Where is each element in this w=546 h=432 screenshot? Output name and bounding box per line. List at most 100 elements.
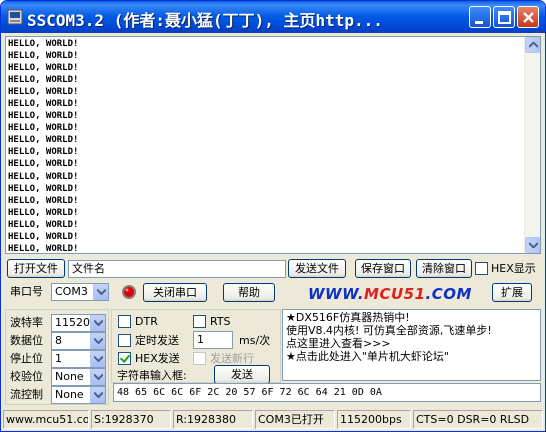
timed-send-label: 定时发送 xyxy=(135,334,179,347)
promo-line[interactable]: ★点击此处进入"单片机大虾论坛" xyxy=(286,350,537,363)
send-button[interactable]: 发送 xyxy=(214,365,270,384)
close-icon xyxy=(523,12,534,23)
rts-label: RTS xyxy=(210,315,231,328)
hex-display-label: HEX显示 xyxy=(491,262,536,275)
chevron-down-icon xyxy=(94,392,103,398)
sscom-window: SSCOM3.2 (作者:聂小猛(丁丁), 主页http... HELLO, W… xyxy=(0,0,546,432)
stopbits-label: 停止位 xyxy=(10,352,43,365)
status-site-link[interactable]: www.mcu51.cor xyxy=(3,410,89,429)
receive-line: HELLO, WORLD! xyxy=(8,195,79,206)
databits-dropdown-button[interactable] xyxy=(90,333,105,349)
window-title: SSCOM3.2 (作者:聂小猛(丁丁), 主页http... xyxy=(27,11,383,30)
open-file-button[interactable]: 打开文件 xyxy=(7,259,65,278)
receive-line: HELLO, WORLD! xyxy=(8,99,79,110)
interval-input[interactable]: 1 xyxy=(193,331,233,349)
receive-line: HELLO, WORLD! xyxy=(8,63,79,74)
chevron-down-icon xyxy=(94,338,103,344)
databits-select[interactable]: 8 xyxy=(51,332,106,350)
send-string-input[interactable]: 48 65 6C 6C 6F 2C 20 57 6F 72 6C 64 21 0… xyxy=(113,383,541,402)
databits-label: 数据位 xyxy=(10,334,43,347)
flow-select[interactable]: None xyxy=(51,386,106,404)
receive-line: HELLO, WORLD! xyxy=(8,171,79,182)
chevron-down-icon xyxy=(94,320,103,326)
chevron-down-icon xyxy=(94,374,103,380)
chevron-up-icon xyxy=(529,42,538,48)
dtr-checkbox[interactable] xyxy=(118,315,131,328)
chevron-down-icon xyxy=(97,289,106,295)
promo-box[interactable]: ★DX516F仿真器热销中! 使用V8.4内核! 可仿真全部资源,飞速单步! 点… xyxy=(282,309,541,381)
hex-send-label: HEX发送 xyxy=(135,352,180,365)
status-baud: 115200bps xyxy=(337,410,411,429)
parity-select[interactable]: None xyxy=(51,368,106,386)
chevron-down-icon xyxy=(94,356,103,362)
clear-window-button[interactable]: 清除窗口 xyxy=(416,259,472,278)
timed-send-checkbox[interactable] xyxy=(118,334,131,347)
receive-line: HELLO, WORLD! xyxy=(8,39,79,49)
hex-display-checkbox[interactable] xyxy=(475,262,488,275)
minimize-icon xyxy=(475,21,483,24)
receive-line: HELLO, WORLD! xyxy=(8,135,79,146)
maximize-icon xyxy=(498,11,511,24)
parity-label: 校验位 xyxy=(10,370,43,383)
scroll-up-button[interactable] xyxy=(525,37,540,53)
baud-label: 波特率 xyxy=(10,316,43,329)
scroll-down-button[interactable] xyxy=(525,237,540,253)
receive-line: HELLO, WORLD! xyxy=(8,231,79,242)
port-select[interactable]: COM3 xyxy=(51,283,109,301)
status-received-count: R:1928380 xyxy=(173,410,253,429)
title-bar[interactable]: SSCOM3.2 (作者:聂小猛(丁丁), 主页http... xyxy=(1,1,545,33)
close-window-button[interactable] xyxy=(517,6,539,28)
baud-select[interactable]: 115200 xyxy=(51,314,106,332)
save-window-button[interactable]: 保存窗口 xyxy=(355,259,411,278)
send-file-button[interactable]: 发送文件 xyxy=(288,259,346,278)
receive-line: HELLO, WORLD! xyxy=(8,183,79,194)
rts-checkbox[interactable] xyxy=(193,315,206,328)
receive-line: HELLO, WORLD! xyxy=(8,75,79,86)
stopbits-value: 1 xyxy=(55,352,62,365)
send-newline-checkbox[interactable] xyxy=(193,352,206,365)
receive-line: HELLO, WORLD! xyxy=(8,159,79,170)
baud-dropdown-button[interactable] xyxy=(90,315,105,331)
parity-value: None xyxy=(55,370,84,383)
status-line-signals: CTS=0 DSR=0 RLSD xyxy=(413,410,543,429)
logo-mcu51: MCU51 xyxy=(364,285,426,303)
chevron-down-icon xyxy=(529,242,538,248)
file-name-field[interactable]: 文件名 xyxy=(68,260,286,278)
close-port-button[interactable]: 关闭串口 xyxy=(143,283,207,302)
hex-send-checkbox[interactable] xyxy=(118,352,131,365)
mcu51-logo[interactable]: WWW.MCU51.COM xyxy=(308,285,472,303)
port-value: COM3 xyxy=(55,285,88,298)
flow-dropdown-button[interactable] xyxy=(90,387,105,403)
receive-textarea[interactable]: HELLO, WORLD! HELLO, WORLD! HELLO, WORLD! H… xyxy=(5,36,541,254)
receive-line: HELLO, WORLD! xyxy=(8,51,79,62)
receive-line: HELLO, WORLD! xyxy=(8,111,79,122)
parity-dropdown-button[interactable] xyxy=(90,369,105,385)
receive-line: HELLO, WORLD! xyxy=(8,207,79,218)
logo-www: WWW. xyxy=(308,285,365,303)
interval-unit-label: ms/次 xyxy=(239,334,271,347)
receive-text: HELLO, WORLD! HELLO, WORLD! HELLO, WORLD! H… xyxy=(8,38,79,254)
flow-label: 流控制 xyxy=(10,388,43,401)
expand-button[interactable]: 扩展 xyxy=(492,283,532,302)
logo-com: .COM xyxy=(425,285,472,303)
databits-value: 8 xyxy=(55,334,62,347)
receive-line: HELLO, WORLD! xyxy=(8,147,79,158)
stopbits-dropdown-button[interactable] xyxy=(90,351,105,367)
flow-value: None xyxy=(55,388,84,401)
receive-line: HELLO, WORLD! xyxy=(8,123,79,134)
receive-line: HELLO, WORLD! xyxy=(8,243,79,254)
minimize-button[interactable] xyxy=(469,6,491,28)
port-dropdown-button[interactable] xyxy=(93,284,108,300)
send-newline-label: 发送新行 xyxy=(210,352,254,365)
maximize-button[interactable] xyxy=(493,6,515,28)
promo-line[interactable]: ★DX516F仿真器热销中! xyxy=(286,311,537,324)
app-icon xyxy=(7,9,23,25)
port-label: 串口号 xyxy=(10,285,43,298)
string-input-label: 字符串输入框: xyxy=(117,369,187,382)
receive-scrollbar[interactable] xyxy=(524,37,540,253)
promo-line[interactable]: 使用V8.4内核! 可仿真全部资源,飞速单步! xyxy=(286,324,537,337)
help-button[interactable]: 帮助 xyxy=(223,283,275,302)
stopbits-select[interactable]: 1 xyxy=(51,350,106,368)
promo-line[interactable]: 点这里进入查看>>> xyxy=(286,337,537,350)
receive-line: HELLO, WORLD! xyxy=(8,87,79,98)
